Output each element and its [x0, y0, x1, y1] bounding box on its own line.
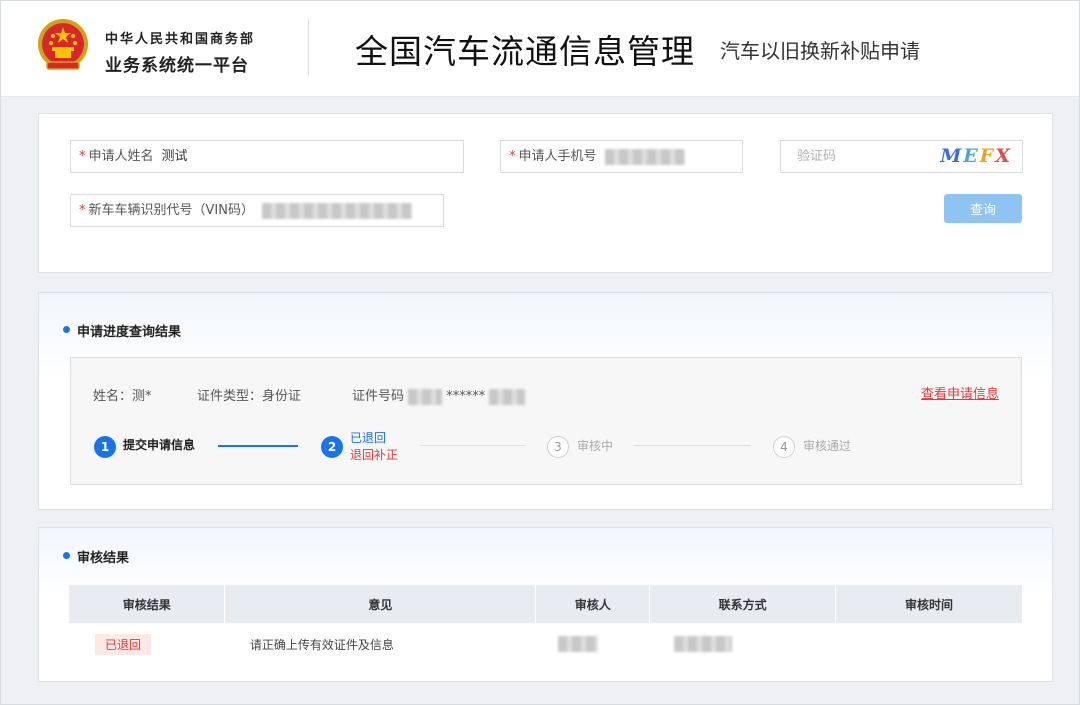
captcha-char: X: [995, 145, 1012, 167]
blurred-contact: [673, 636, 732, 652]
header-divider: [308, 19, 309, 75]
view-application-link[interactable]: 查看申请信息: [921, 383, 999, 402]
progress-box: 姓名：测* 证件类型：身份证 证件号码 ****** 查看申请信息 1 提交申请…: [70, 357, 1022, 485]
step-2-sub-label: 退回补正: [350, 448, 399, 462]
id-number-label: 证件号码: [352, 389, 405, 404]
step-connector: [634, 445, 751, 446]
step-connector: [218, 445, 298, 447]
captcha-image[interactable]: MEFX: [940, 144, 1012, 168]
table-row: 已退回 请正确上传有效证件及信息: [69, 623, 1023, 665]
reviewer-cell: [536, 623, 650, 665]
applicant-name-field[interactable]: * 申请人姓名 测试: [70, 140, 464, 173]
applicant-name-text: 姓名：测*: [93, 389, 152, 404]
table-header-row: 审核结果 意见 审核人 联系方式 审核时间: [69, 585, 1023, 623]
column-header: 意见: [224, 585, 537, 623]
vin-label: 新车车辆识别代号（VIN码）: [88, 203, 254, 218]
review-table: 审核结果 意见 审核人 联系方式 审核时间 已退回 请正确上传有效证件及信息: [69, 585, 1023, 665]
applicant-name-value: 测试: [161, 149, 188, 164]
query-button[interactable]: 查询: [944, 194, 1022, 223]
blurred-phone-value: [604, 148, 685, 165]
id-type-text: 证件类型：身份证: [197, 389, 302, 404]
captcha-char: E: [963, 145, 980, 167]
step-connector: [420, 445, 525, 446]
time-cell: [836, 623, 1023, 665]
applicant-phone-field[interactable]: * 申请人手机号: [500, 140, 743, 173]
blurred-reviewer: [557, 636, 598, 652]
step-4-label: 审核通过: [803, 439, 852, 453]
id-number-text: 证件号码 ******: [352, 385, 526, 405]
column-header: 审核人: [535, 585, 651, 623]
progress-card: 申请进度查询结果 姓名：测* 证件类型：身份证 证件号码 ****** 查看申请…: [38, 292, 1053, 510]
step-4-number: 4: [773, 436, 795, 458]
step-1-label: 提交申请信息: [123, 438, 196, 452]
top-header: 中华人民共和国商务部 业务系统统一平台 全国汽车流通信息管理 汽车以旧换新补贴申…: [1, 1, 1079, 97]
system-title: 全国汽车流通信息管理: [355, 32, 695, 71]
captcha-char: F: [979, 145, 996, 167]
blurred-id-prefix: [408, 388, 443, 405]
opinion-cell: 请正确上传有效证件及信息: [249, 637, 394, 652]
column-header: 审核结果: [69, 585, 226, 623]
org-name: 中华人民共和国商务部: [105, 32, 256, 47]
applicant-phone-label: 申请人手机号: [518, 149, 597, 164]
step-2-number: 2: [321, 436, 343, 458]
national-emblem-icon: [38, 19, 88, 70]
blurred-id-suffix: [489, 388, 526, 405]
contact-cell: [650, 623, 836, 665]
step-2-label: 已退回: [350, 431, 387, 445]
query-form-card: * 申请人姓名 测试 * 申请人手机号 验证码 MEFX * 新车车辆识别代号（VIN码…: [38, 113, 1053, 273]
blurred-vin-value: [262, 202, 413, 219]
required-mark: *: [509, 149, 516, 164]
review-section-title: 审核结果: [62, 547, 129, 566]
vin-field[interactable]: * 新车车辆识别代号（VIN码）: [70, 194, 444, 227]
column-header: 审核时间: [835, 585, 1023, 623]
captcha-char: M: [940, 145, 964, 167]
step-1-number: 1: [94, 436, 116, 458]
progress-section-title: 申请进度查询结果: [62, 321, 181, 340]
captcha-placeholder: 验证码: [797, 149, 837, 164]
required-mark: *: [79, 203, 86, 218]
step-3-label: 审核中: [577, 439, 614, 453]
step-3-number: 3: [547, 436, 569, 458]
captcha-field[interactable]: 验证码 MEFX: [780, 140, 1023, 173]
required-mark: *: [79, 149, 86, 164]
result-cell: 已退回: [69, 623, 225, 665]
status-badge: 已退回: [95, 633, 152, 655]
platform-name: 业务系统统一平台: [105, 56, 249, 76]
column-header: 联系方式: [649, 585, 837, 623]
system-subtitle: 汽车以旧换新补贴申请: [720, 39, 920, 63]
applicant-name-label: 申请人姓名: [88, 149, 154, 164]
id-number-masked: ******: [446, 389, 486, 404]
review-result-card: 审核结果 审核结果 意见 审核人 联系方式 审核时间 已退回 请正确上传有效证件…: [38, 527, 1053, 682]
